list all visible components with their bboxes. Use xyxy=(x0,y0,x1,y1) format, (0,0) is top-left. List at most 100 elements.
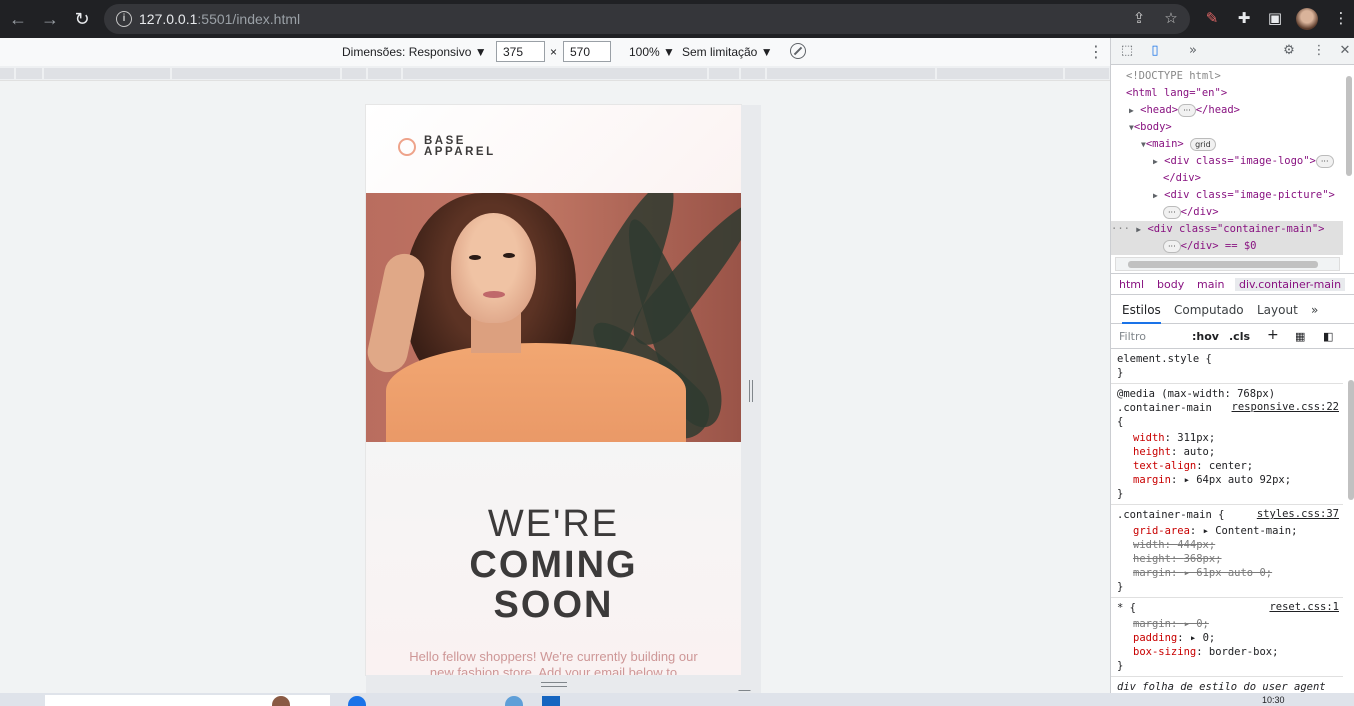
dimensions-separator: × xyxy=(550,45,558,59)
reload-icon[interactable]: ↻ xyxy=(72,9,92,29)
device-resize-right-handle[interactable] xyxy=(741,105,761,675)
toggle-sidebar-icon[interactable]: ◧ xyxy=(1323,330,1333,343)
prop-width-overridden[interactable]: width: 444px; xyxy=(1133,538,1215,552)
inspect-element-icon[interactable]: ⬚ xyxy=(1119,43,1135,59)
settings-gear-icon[interactable]: ⚙ xyxy=(1281,43,1297,59)
tab-layout[interactable]: Layout xyxy=(1257,303,1298,317)
breadcrumb-body[interactable]: body xyxy=(1157,278,1184,291)
prop-margin[interactable]: margin: ▸ 64px auto 92px; xyxy=(1133,473,1291,487)
logo-line-2: APPAREL xyxy=(424,146,496,158)
selector-container-main[interactable]: .container-main xyxy=(1117,401,1212,415)
extensions-puzzle-icon[interactable]: ✚ xyxy=(1234,9,1254,29)
class-toggle[interactable]: .cls xyxy=(1229,330,1250,343)
ruler-segment[interactable] xyxy=(709,68,739,79)
profile-avatar[interactable] xyxy=(1296,8,1318,30)
side-panel-icon[interactable]: ▣ xyxy=(1265,9,1285,29)
browser-menu-icon[interactable]: ⋮ xyxy=(1331,9,1351,29)
ruler-segment[interactable] xyxy=(368,68,401,79)
tree-node-image-logo[interactable]: ▶ <div class="image-logo"> ··· xyxy=(1153,153,1334,170)
rule-close: } xyxy=(1117,581,1124,593)
tree-node-container-main[interactable]: ··· ▶ <div class="container-main"> xyxy=(1111,221,1343,238)
taskbar-app-icon[interactable] xyxy=(505,696,523,706)
tree-node-head[interactable]: ▶ <head> ··· </head> xyxy=(1129,102,1240,119)
tab-computed[interactable]: Computado xyxy=(1174,303,1244,317)
device-more-icon[interactable]: ⋮ xyxy=(1088,42,1104,62)
tree-node-body[interactable]: ▼<body> xyxy=(1129,119,1172,136)
site-info-icon[interactable]: i xyxy=(116,11,132,27)
ruler-segment[interactable] xyxy=(1065,68,1109,79)
dimensions-dropdown[interactable]: Dimensões: Responsivo ▼ xyxy=(342,45,487,59)
prop-text-align[interactable]: text-align: center; xyxy=(1133,459,1253,473)
device-resize-bottom-handle[interactable] xyxy=(366,675,762,695)
tree-node-doctype[interactable]: <!DOCTYPE html> xyxy=(1126,68,1221,85)
zoom-dropdown[interactable]: 100% ▼ xyxy=(629,45,675,59)
tree-node-close-div[interactable]: </div> xyxy=(1163,170,1201,187)
close-devtools-icon[interactable]: ✕ xyxy=(1337,43,1353,59)
bookmark-star-icon[interactable]: ☆ xyxy=(1162,10,1180,28)
ruler-segment[interactable] xyxy=(342,68,366,79)
taskbar-app-icon[interactable] xyxy=(542,696,560,706)
prop-height[interactable]: height: auto; xyxy=(1133,445,1215,459)
selector-universal[interactable]: * { xyxy=(1117,601,1136,615)
brand-logo[interactable]: BASE APPAREL xyxy=(424,135,496,158)
tree-node-main[interactable]: ▼<main> grid xyxy=(1141,136,1216,153)
device-width-input[interactable]: 375 xyxy=(496,41,545,62)
source-link-reset[interactable]: reset.css:1 xyxy=(1269,601,1339,613)
breadcrumb-main[interactable]: main xyxy=(1197,278,1224,291)
prop-padding[interactable]: padding: ▸ 0; xyxy=(1133,631,1215,645)
prop-box-sizing[interactable]: box-sizing: border-box; xyxy=(1133,645,1278,659)
pen-extension-icon[interactable]: ✎ xyxy=(1202,9,1222,29)
rule-close: } xyxy=(1117,488,1124,500)
tree-node-close-div[interactable]: ··· </div> xyxy=(1163,204,1219,221)
ruler-segment[interactable] xyxy=(767,68,935,79)
rotate-icon[interactable] xyxy=(790,43,806,59)
elements-horizontal-scrollbar[interactable] xyxy=(1115,257,1340,271)
ruler-segment[interactable] xyxy=(0,68,14,79)
ruler-segment[interactable] xyxy=(172,68,340,79)
ruler-segment[interactable] xyxy=(16,68,42,79)
more-panels-icon[interactable]: » xyxy=(1185,43,1201,59)
forward-icon[interactable]: → xyxy=(40,9,60,29)
address-bar[interactable]: i 127.0.0.1:5501/index.html ⇪ ☆ xyxy=(104,4,1190,34)
breadcrumb-html[interactable]: html xyxy=(1119,278,1144,291)
share-icon[interactable]: ⇪ xyxy=(1130,10,1148,28)
ruler-segment[interactable] xyxy=(44,68,170,79)
media-query-ruler[interactable] xyxy=(0,66,1110,81)
ruler-segment[interactable] xyxy=(741,68,765,79)
elements-vertical-scrollbar[interactable] xyxy=(1345,66,1354,271)
ruler-segment[interactable] xyxy=(403,68,707,79)
tree-node-html[interactable]: <html lang="en"> xyxy=(1126,85,1227,102)
back-icon[interactable]: ← xyxy=(8,9,28,29)
styles-vertical-scrollbar[interactable] xyxy=(1347,350,1354,690)
media-query-label: @media (max-width: 768px) xyxy=(1117,388,1276,400)
tab-more[interactable]: » xyxy=(1311,303,1318,317)
prop-width[interactable]: width: 311px; xyxy=(1133,431,1215,445)
ruler-segment[interactable] xyxy=(937,68,1063,79)
hover-state-toggle[interactable]: :hov xyxy=(1192,330,1219,343)
devtools-menu-icon[interactable]: ⋮ xyxy=(1311,43,1327,59)
taskbar-app-icon[interactable] xyxy=(348,696,366,706)
prop-grid-area[interactable]: grid-area: ▸ Content-main; xyxy=(1133,524,1297,538)
device-toggle-icon[interactable]: ▯ xyxy=(1147,43,1163,59)
tab-styles[interactable]: Estilos xyxy=(1122,303,1161,324)
prop-margin-overridden[interactable]: margin: ▸ 61px auto 0; xyxy=(1133,566,1272,580)
tree-node-close-div-selected[interactable]: ··· </div> == $0 xyxy=(1111,238,1343,255)
url-text[interactable]: 127.0.0.1:5501/index.html xyxy=(139,11,300,27)
rule-element-style[interactable]: element.style { xyxy=(1117,352,1212,366)
prop-height-overridden[interactable]: height: 368px; xyxy=(1133,552,1222,566)
tree-node-image-picture[interactable]: ▶ <div class="image-picture"> xyxy=(1153,187,1335,204)
resize-corner-icon[interactable] xyxy=(738,679,762,691)
color-format-icon[interactable]: ▦ xyxy=(1295,330,1305,343)
styles-filter-input[interactable]: Filtro xyxy=(1119,330,1146,343)
throttle-dropdown[interactable]: Sem limitação ▼ xyxy=(682,45,773,59)
device-height-input[interactable]: 570 xyxy=(563,41,611,62)
new-rule-button[interactable]: + xyxy=(1267,327,1279,343)
selector-container-main-styles[interactable]: .container-main { xyxy=(1117,508,1224,522)
breadcrumb-container-main[interactable]: div.container-main xyxy=(1235,278,1346,291)
container-main: WE'RE COMING SOON Hello fellow shoppers!… xyxy=(366,442,741,675)
source-link-responsive[interactable]: responsive.css:22 xyxy=(1232,401,1339,413)
prop-margin-reset-overridden[interactable]: margin: ▸ 0; xyxy=(1133,617,1209,631)
source-link-styles[interactable]: styles.css:37 xyxy=(1257,508,1339,520)
tagline-text: Hello fellow shoppers! We're currently b… xyxy=(409,649,698,675)
rule-close: } xyxy=(1117,367,1124,379)
